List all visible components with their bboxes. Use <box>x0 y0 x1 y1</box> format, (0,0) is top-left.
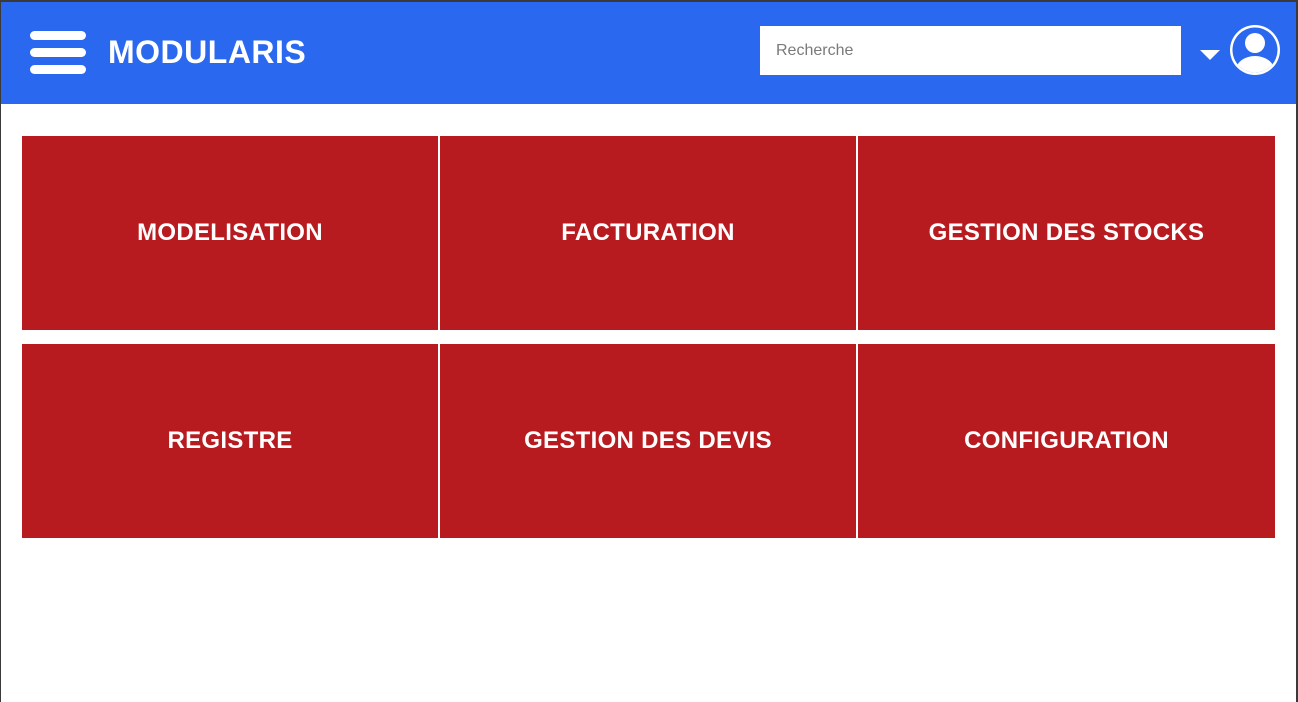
tile-label: REGISTRE <box>167 427 293 454</box>
module-grid: MODELISATION FACTURATION GESTION DES STO… <box>22 136 1275 538</box>
menu-bar-top <box>30 31 86 40</box>
tile-registre[interactable]: REGISTRE <box>22 344 438 538</box>
tile-facturation[interactable]: FACTURATION <box>440 136 856 330</box>
tile-label: CONFIGURATION <box>964 427 1169 454</box>
caret-down-icon <box>1200 50 1220 60</box>
tile-configuration[interactable]: CONFIGURATION <box>858 344 1275 538</box>
menu-bar-bottom <box>30 65 86 74</box>
top-bar: MODULARIS <box>0 0 1298 104</box>
hamburger-menu-icon[interactable] <box>30 31 86 74</box>
menu-bar-middle <box>30 48 86 57</box>
tile-label: FACTURATION <box>561 219 735 246</box>
tile-modelisation[interactable]: MODELISATION <box>22 136 438 330</box>
search-input[interactable] <box>760 26 1181 75</box>
tile-gestion-des-stocks[interactable]: GESTION DES STOCKS <box>858 136 1275 330</box>
user-menu-button[interactable] <box>1198 23 1282 79</box>
tile-gestion-des-devis[interactable]: GESTION DES DEVIS <box>440 344 856 538</box>
tile-label: GESTION DES STOCKS <box>928 219 1205 246</box>
tile-label: GESTION DES DEVIS <box>524 427 772 454</box>
user-avatar-icon <box>1230 25 1280 75</box>
tile-label: MODELISATION <box>137 219 323 246</box>
app-title: MODULARIS <box>108 34 307 70</box>
